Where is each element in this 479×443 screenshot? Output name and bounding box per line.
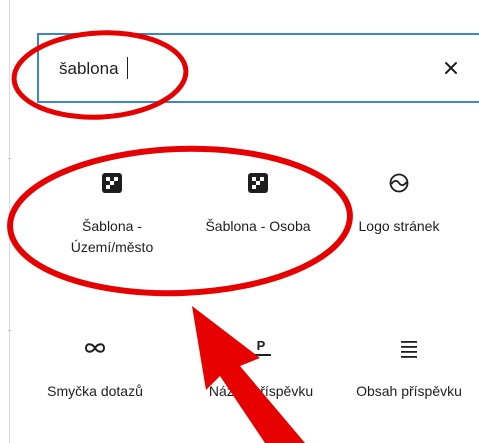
block-item-sablona-osoba[interactable]: Šablona - Osoba [188,168,328,237]
close-icon [445,62,457,74]
block-search-box [37,33,479,103]
block-label: Smyčka dotazů [47,383,143,399]
block-item-obsah-prispevku[interactable]: Obsah příspěvku [346,333,472,402]
block-label: Šablona - Území/město [70,218,154,255]
block-label: Logo stránek [358,218,440,234]
block-label: Šablona - Osoba [205,218,311,234]
block-pattern-icon [97,168,127,198]
svg-text:P: P [257,338,266,353]
rail-tick [8,158,11,159]
block-item-smycka-dotazu[interactable]: Smyčka dotazů [40,333,150,402]
block-item-sablona-uzemi-mesto[interactable]: Šablona - Území/město [42,168,182,258]
block-pattern-icon [243,168,273,198]
post-title-icon: P [246,333,276,363]
text-caret [127,57,128,79]
loop-icon [80,333,110,363]
block-item-logo-stranek[interactable]: Logo stránek [344,168,454,237]
block-search-input[interactable] [59,57,419,81]
block-item-nazev-prispevku[interactable]: P Název příspěvku [196,333,326,402]
site-logo-icon [384,168,414,198]
rail-tick [8,330,11,331]
block-label: Název příspěvku [208,383,314,399]
editor-left-border [0,0,11,443]
clear-search-button[interactable] [439,55,463,81]
post-content-icon [394,333,424,363]
block-label: Obsah příspěvku [356,383,462,399]
